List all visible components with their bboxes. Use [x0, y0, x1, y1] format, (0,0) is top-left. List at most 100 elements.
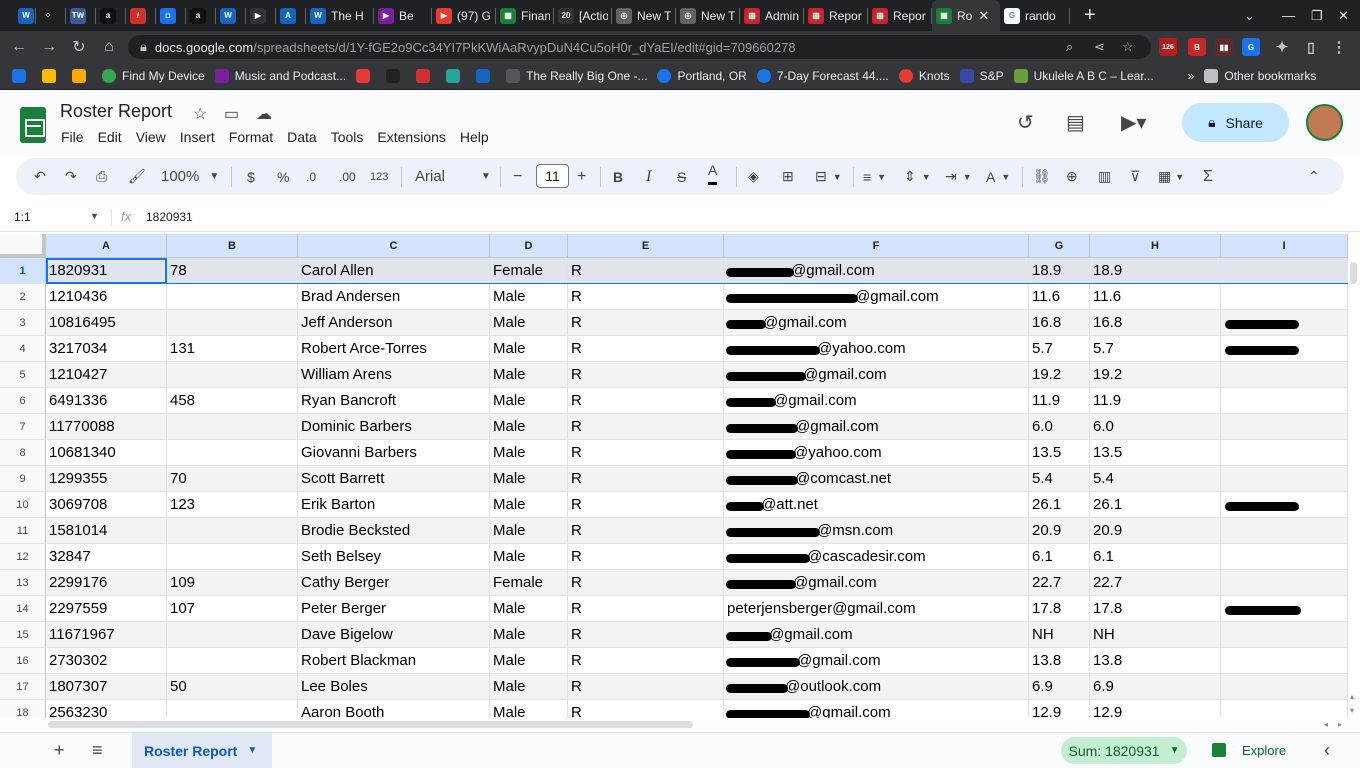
cell-b[interactable] [167, 648, 298, 674]
cell-e[interactable]: R [568, 622, 724, 648]
cell-g[interactable]: 5.7 [1029, 336, 1090, 362]
cell-e[interactable]: R [568, 310, 724, 336]
cell-e[interactable]: R [568, 414, 724, 440]
cell-d[interactable]: Male [490, 544, 568, 570]
table-row[interactable]: 11 1581014 Brodie Becksted Male R @msn.com 20.… [0, 518, 1348, 544]
decrease-decimal-button[interactable]: .0 [306, 158, 316, 195]
cell-i[interactable] [1221, 414, 1348, 440]
table-row[interactable]: 10 3069708 123 Erik Barton Male R @att.net 26.1… [0, 492, 1348, 518]
extension-bars-icon[interactable]: ▮▮ [1215, 38, 1233, 56]
column-header[interactable]: I [1221, 234, 1348, 258]
browser-tab[interactable]: W [14, 0, 36, 31]
new-tab-icon[interactable]: + [1084, 4, 1096, 27]
menu-view[interactable]: View [136, 129, 166, 145]
cell-g[interactable]: NH [1029, 622, 1090, 648]
zoom-icon[interactable]: ⌕ [1066, 35, 1073, 59]
document-title[interactable]: Roster Report [60, 101, 172, 122]
browser-tab[interactable]: Grando [1000, 0, 1070, 31]
functions-icon[interactable]: Σ [1203, 158, 1213, 195]
table-row[interactable]: 12 32847 Seth Belsey Male R @cascadesir.com 6.… [0, 544, 1348, 570]
browser-tab[interactable]: ◘ [156, 0, 186, 31]
cell-a[interactable]: 11770088 [46, 414, 167, 440]
tab-search-icon[interactable]: ⌄ [1244, 0, 1255, 31]
restore-icon[interactable]: ❐ [1311, 0, 1323, 31]
row-header[interactable]: 16 [0, 648, 46, 674]
spreadsheet-grid[interactable]: A B C D E F G H I 1 1820931 78 Carol Allen Female R @gm… [0, 234, 1348, 718]
cell-h[interactable]: 22.7 [1090, 570, 1221, 596]
bookmark-knots[interactable]: Knots [898, 68, 950, 83]
extension-gdoc-icon[interactable]: G [1242, 38, 1260, 56]
cell-e[interactable]: R [568, 492, 724, 518]
cell-h[interactable]: 11.9 [1090, 388, 1221, 414]
browser-tab[interactable]: ⁘ [36, 0, 66, 31]
cell-g[interactable]: 19.2 [1029, 362, 1090, 388]
cell-h[interactable]: 13.5 [1090, 440, 1221, 466]
row-header[interactable]: 7 [0, 414, 46, 440]
close-tab-icon[interactable]: ✕ [978, 8, 989, 24]
column-header[interactable]: G [1029, 234, 1090, 258]
cell-h[interactable]: 19.2 [1090, 362, 1221, 388]
extension-badge-icon[interactable]: 126 [1159, 38, 1177, 56]
cell-i[interactable] [1221, 388, 1348, 414]
cell-h[interactable]: 20.9 [1090, 518, 1221, 544]
row-header[interactable]: 15 [0, 622, 46, 648]
browser-tab[interactable]: a [96, 0, 126, 31]
cell-c[interactable]: Giovanni Barbers [298, 440, 490, 466]
cell-e[interactable]: R [568, 570, 724, 596]
filter-views-icon[interactable]: ▦ ▼ [1158, 158, 1184, 195]
table-row[interactable]: 8 10681340 Giovanni Barbers Male R @yahoo.com… [0, 440, 1348, 466]
cell-b[interactable] [167, 622, 298, 648]
close-window-icon[interactable]: ✕ [1338, 0, 1349, 31]
cell-d[interactable]: Male [490, 466, 568, 492]
cell-g[interactable]: 22.7 [1029, 570, 1090, 596]
cell-e[interactable]: R [568, 258, 724, 284]
browser-tab[interactable]: W [216, 0, 246, 31]
cell-f[interactable]: @gmail.com [724, 414, 1029, 440]
cell-f[interactable]: @gmail.com [724, 388, 1029, 414]
cell-c[interactable]: William Arens [298, 362, 490, 388]
menu-help[interactable]: Help [460, 129, 489, 145]
bookmark-music[interactable]: Music and Podcast... [214, 68, 346, 83]
text-wrapping-icon[interactable]: ⇥ ▼ [945, 158, 972, 195]
row-header[interactable]: 1 [0, 258, 46, 284]
column-header[interactable]: B [167, 234, 298, 258]
table-row[interactable]: 6 6491336 458 Ryan Bancroft Male R @gmail.com 1… [0, 388, 1348, 414]
bookmark-youtube-icon[interactable] [356, 68, 376, 83]
cloud-status-icon[interactable]: ☁ [256, 104, 272, 124]
cell-g[interactable]: 13.5 [1029, 440, 1090, 466]
insert-chart-icon[interactable]: ▥ [1098, 158, 1111, 195]
scroll-down-icon[interactable]: ▾ [1350, 706, 1354, 715]
cell-i[interactable] [1221, 622, 1348, 648]
cell-a[interactable]: 10816495 [46, 310, 167, 336]
formula-input[interactable]: 1820931 [146, 210, 193, 224]
cell-i[interactable] [1221, 700, 1348, 718]
more-formats-button[interactable]: 123 [370, 158, 388, 195]
cell-h[interactable]: 17.8 [1090, 596, 1221, 622]
cell-c[interactable]: Seth Belsey [298, 544, 490, 570]
column-header[interactable]: D [490, 234, 568, 258]
increase-decimal-button[interactable]: .00 [339, 158, 356, 195]
cell-h[interactable]: 11.6 [1090, 284, 1221, 310]
bookmark-really-big-one[interactable]: The Really Big One -... [506, 68, 647, 83]
cell-b[interactable]: 109 [167, 570, 298, 596]
cell-f[interactable]: @yahoo.com [724, 336, 1029, 362]
cell-e[interactable]: R [568, 596, 724, 622]
cell-g[interactable]: 16.8 [1029, 310, 1090, 336]
cell-e[interactable]: R [568, 674, 724, 700]
cell-g[interactable]: 18.9 [1029, 258, 1090, 284]
cell-b[interactable] [167, 414, 298, 440]
cell-a[interactable]: 1581014 [46, 518, 167, 544]
move-folder-icon[interactable]: ▭ [224, 104, 239, 124]
cell-f[interactable]: @cascadesir.com [724, 544, 1029, 570]
horizontal-align-icon[interactable]: ≡ ▼ [863, 158, 886, 195]
cell-d[interactable]: Male [490, 414, 568, 440]
cell-h[interactable]: 16.8 [1090, 310, 1221, 336]
cell-b[interactable]: 50 [167, 674, 298, 700]
menu-data[interactable]: Data [287, 129, 317, 145]
insert-link-icon[interactable]: ⛓ [1033, 158, 1051, 195]
home-icon[interactable]: ⌂ [94, 38, 124, 56]
forward-icon[interactable]: → [34, 38, 64, 56]
scroll-left-icon[interactable]: ◂ [1324, 720, 1328, 729]
menu-tools[interactable]: Tools [331, 129, 364, 145]
cell-e[interactable]: R [568, 440, 724, 466]
